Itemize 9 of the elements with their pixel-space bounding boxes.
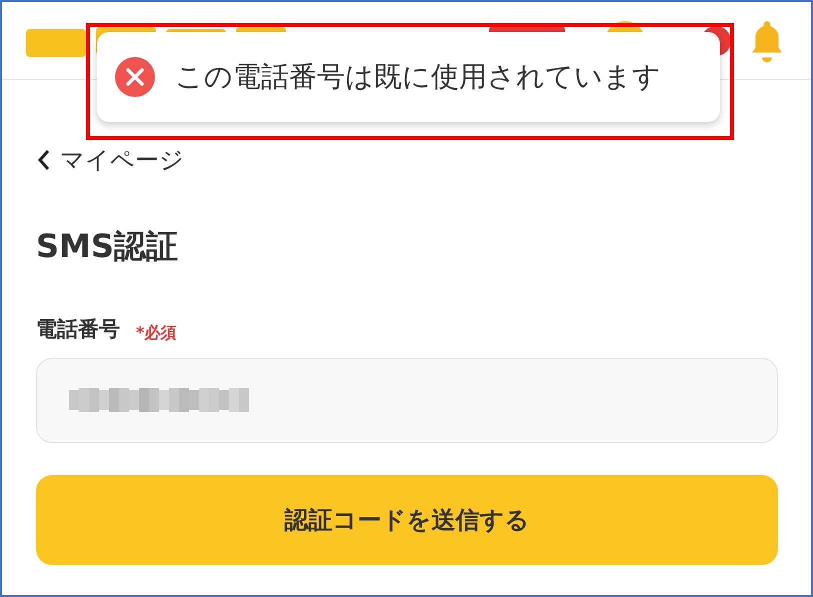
page-title: SMS認証 (36, 226, 179, 267)
close-circle-icon (115, 57, 155, 97)
toast-message: この電話番号は既に使用されています (175, 59, 661, 95)
chevron-left-icon (36, 148, 52, 172)
send-code-button[interactable]: 認証コードを送信する (36, 474, 778, 564)
phone-input[interactable] (36, 358, 778, 442)
back-link[interactable]: マイページ (36, 142, 184, 178)
required-mark: *必須 (136, 322, 176, 344)
field-label: 電話番号 (36, 316, 120, 343)
